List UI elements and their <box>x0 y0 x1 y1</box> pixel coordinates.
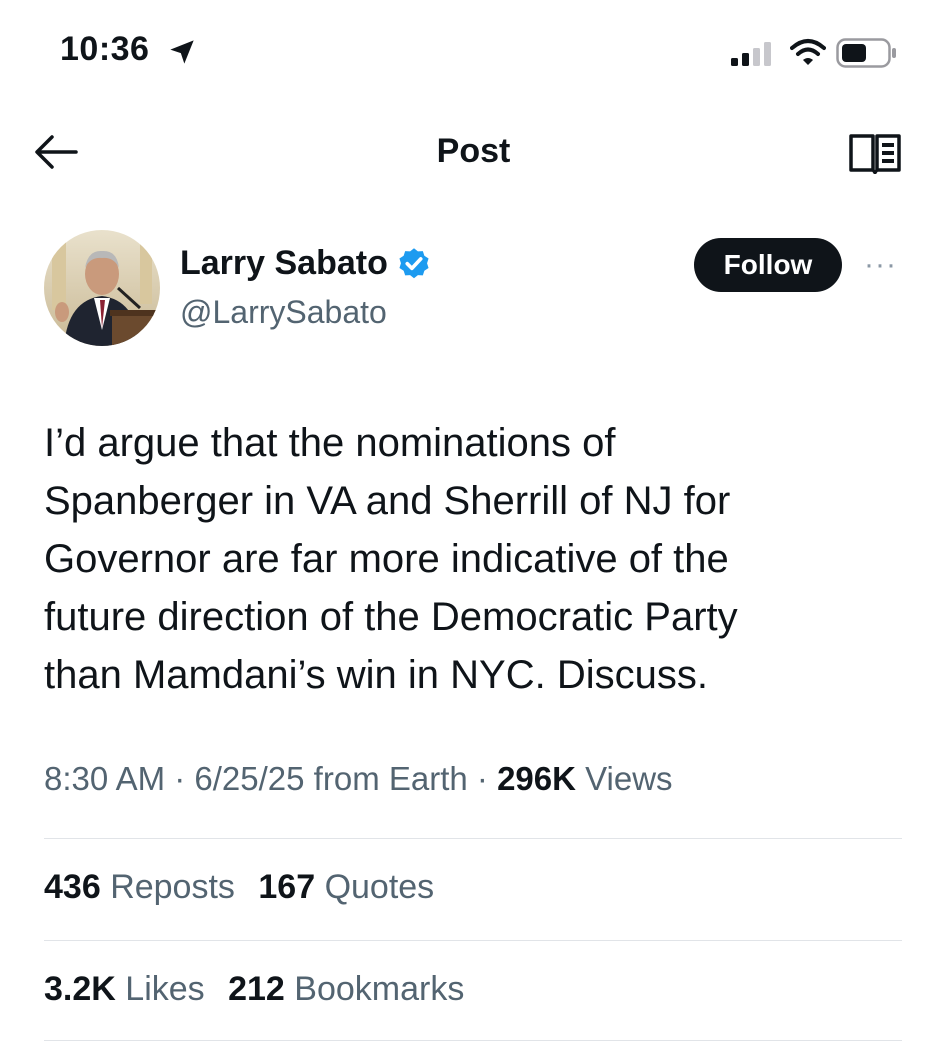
tweet-meta: 8:30 AM · 6/25/25 from Earth · 296K View… <box>44 760 673 798</box>
views-count: 296K <box>497 760 576 797</box>
page-title: Post <box>436 132 511 170</box>
likes-count: 3.2K <box>44 970 116 1008</box>
quotes-count: 167 <box>258 868 316 906</box>
reposts-count: 436 <box>44 868 101 906</box>
divider <box>44 1040 902 1041</box>
reposts-stat[interactable]: 436 Reposts <box>44 868 235 906</box>
tweet-source: from Earth <box>304 760 468 797</box>
author-name-row: Larry Sabato <box>180 244 432 283</box>
meta-separator: · <box>467 760 498 797</box>
bookmarks-label: Bookmarks <box>294 970 465 1008</box>
divider <box>44 940 902 941</box>
repost-quote-stats: 436 Reposts 167 Quotes <box>44 868 448 907</box>
author-name[interactable]: Larry Sabato <box>180 244 388 283</box>
reposts-label: Reposts <box>110 868 235 906</box>
location-arrow-icon <box>170 40 194 64</box>
tweet-date: 6/25/25 <box>194 760 305 797</box>
battery-icon <box>836 38 896 68</box>
likes-label: Likes <box>125 970 205 1008</box>
more-options-icon[interactable]: ··· <box>864 248 897 282</box>
verified-badge-icon <box>399 247 429 278</box>
tweet-text: I’d argue that the nominations of Spanbe… <box>44 421 738 697</box>
likes-bookmarks-stats: 3.2K Likes 212 Bookmarks <box>44 970 478 1009</box>
status-time: 10:36 <box>60 30 150 68</box>
cellular-signal-icon <box>731 42 771 66</box>
reader-mode-icon[interactable] <box>848 132 902 174</box>
quotes-stat[interactable]: 167 Quotes <box>258 868 434 906</box>
bookmarks-stat[interactable]: 212 Bookmarks <box>228 970 464 1008</box>
follow-button[interactable]: Follow <box>694 238 842 292</box>
tweet-time: 8:30 AM <box>44 760 166 797</box>
avatar-photo <box>44 230 160 346</box>
quotes-label: Quotes <box>324 868 435 906</box>
bookmarks-count: 212 <box>228 970 285 1008</box>
divider <box>44 838 902 839</box>
meta-separator: · <box>165 760 195 797</box>
author-handle[interactable]: @LarrySabato <box>180 294 387 331</box>
likes-stat[interactable]: 3.2K Likes <box>44 970 205 1008</box>
views-label: Views <box>575 760 673 797</box>
wifi-icon <box>790 39 826 65</box>
avatar[interactable] <box>44 230 160 346</box>
